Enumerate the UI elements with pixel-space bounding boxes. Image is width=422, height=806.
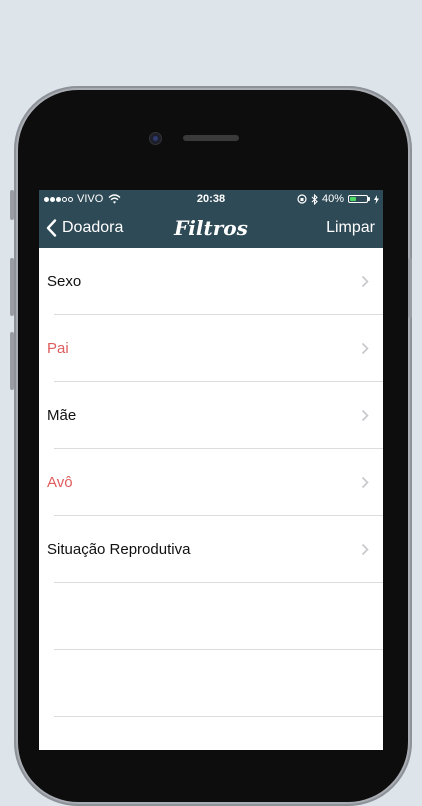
filter-label: Avô: [47, 474, 73, 491]
filter-list: Sexo Pai Mãe Avô Situação Reprodutiva: [39, 248, 383, 717]
empty-row: [39, 650, 383, 717]
orientation-lock-icon: [297, 194, 307, 204]
chevron-right-icon: [361, 409, 369, 422]
filter-label: Pai: [47, 340, 69, 357]
status-right: 40%: [297, 190, 379, 208]
battery-body: [348, 195, 368, 203]
battery-tip: [368, 197, 370, 201]
charging-bolt-icon: [374, 194, 379, 204]
front-camera: [149, 132, 162, 145]
filter-label: Situação Reprodutiva: [47, 541, 191, 558]
battery-percent: 40%: [321, 193, 344, 205]
power-button: [408, 258, 412, 318]
empty-row: [39, 583, 383, 650]
chevron-left-icon: [46, 219, 57, 237]
chevron-right-icon: [361, 476, 369, 489]
navigation-bar: Doadora Filtros Limpar: [39, 208, 383, 248]
mute-switch: [10, 190, 14, 220]
chevron-right-icon: [361, 543, 369, 556]
volume-up-button: [10, 258, 14, 316]
battery-level-fill: [350, 197, 356, 201]
back-button-label: Doadora: [62, 219, 124, 236]
filter-row-situacao-reprodutiva[interactable]: Situação Reprodutiva: [39, 516, 383, 583]
earpiece-speaker: [183, 135, 239, 141]
filter-row-avo[interactable]: Avô: [39, 449, 383, 516]
clear-button[interactable]: Limpar: [326, 208, 375, 248]
chevron-right-icon: [361, 342, 369, 355]
filter-row-sexo[interactable]: Sexo: [39, 248, 383, 315]
bluetooth-icon: [311, 193, 318, 205]
back-button[interactable]: Doadora: [46, 208, 123, 248]
screen: VIVO 20:38 40% Doadora Filtros Limpar Se…: [39, 190, 383, 750]
filter-row-pai[interactable]: Pai: [39, 315, 383, 382]
filter-label: Mãe: [47, 407, 77, 424]
filter-label: Sexo: [47, 273, 82, 290]
filter-row-mae[interactable]: Mãe: [39, 382, 383, 449]
chevron-right-icon: [361, 275, 369, 288]
status-bar: VIVO 20:38 40%: [39, 190, 383, 208]
volume-down-button: [10, 332, 14, 390]
battery-icon: [348, 195, 370, 203]
